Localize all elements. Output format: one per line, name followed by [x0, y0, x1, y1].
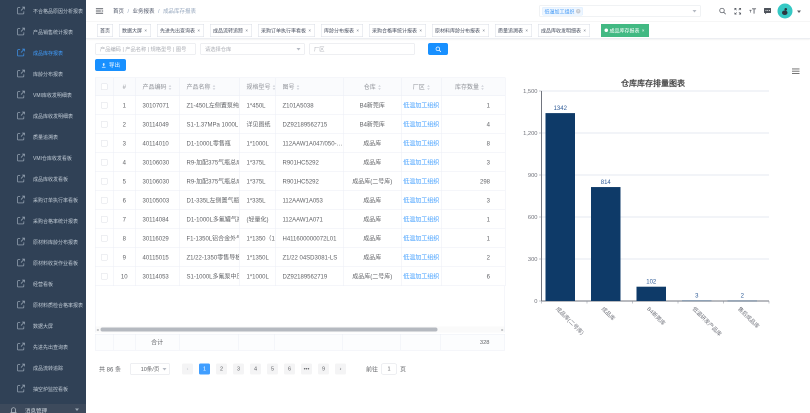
svg-text:低温研发产品库: 低温研发产品库	[691, 305, 724, 338]
svg-text:300: 300	[528, 257, 538, 263]
svg-text:B4新莞库: B4新莞库	[645, 305, 667, 327]
svg-text:成品库(二号库): 成品库(二号库)	[554, 305, 586, 337]
svg-text:102: 102	[646, 280, 657, 286]
svg-text:1,200: 1,200	[523, 131, 537, 137]
svg-text:仓库库存排量图表: 仓库库存排量图表	[620, 78, 686, 88]
svg-text:成品库: 成品库	[600, 305, 618, 323]
svg-text:售后成品库: 售后成品库	[736, 305, 761, 330]
svg-text:2: 2	[741, 294, 745, 300]
svg-text:1342: 1342	[554, 106, 568, 112]
svg-text:3: 3	[695, 294, 699, 300]
svg-text:1,500: 1,500	[523, 89, 537, 95]
svg-text:900: 900	[528, 173, 538, 179]
svg-text:814: 814	[601, 180, 612, 186]
svg-text:600: 600	[528, 215, 538, 221]
svg-text:0: 0	[534, 299, 537, 305]
